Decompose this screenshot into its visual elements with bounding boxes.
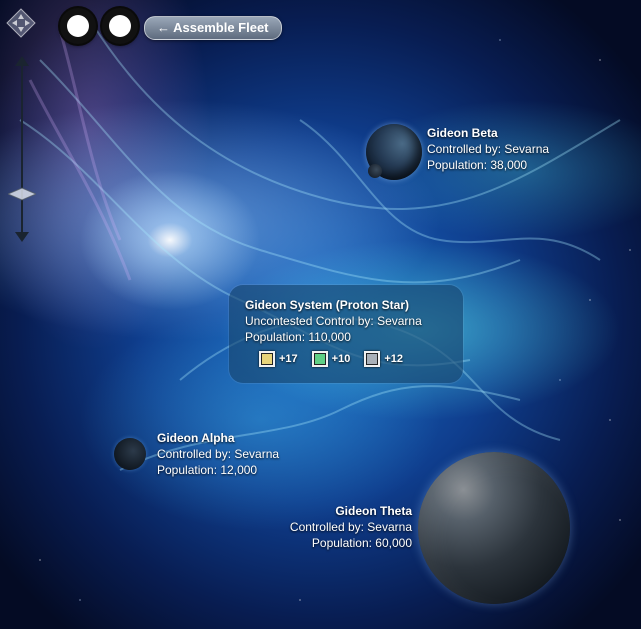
gray-resource-icon <box>364 351 381 367</box>
zoom-handle <box>6 187 38 201</box>
planet-gideon-theta[interactable] <box>418 452 570 604</box>
planet-name: Gideon Theta <box>335 504 412 518</box>
planet-control: Controlled by: Sevarna <box>157 447 280 461</box>
moon <box>368 164 382 178</box>
planet-gideon-alpha[interactable] <box>114 438 146 470</box>
system-population: Population: 110,000 <box>245 330 351 344</box>
planet-population: Population: 12,000 <box>157 463 258 477</box>
system-control: Uncontested Control by: Sevarna <box>245 314 422 328</box>
resource-yellow: +17 <box>259 351 298 367</box>
resource-green: +10 <box>311 351 351 367</box>
zoom-slider[interactable] <box>6 56 38 242</box>
planet-name: Gideon Beta <box>427 126 498 140</box>
planet-control: Controlled by: Sevarna <box>427 142 550 156</box>
planet-population: Population: 38,000 <box>427 158 528 172</box>
system-info-panel[interactable]: Gideon System (Proton Star) Uncontested … <box>229 285 463 383</box>
pan-control-icon[interactable] <box>6 8 36 38</box>
system-name: Gideon System (Proton Star) <box>245 298 410 312</box>
view-toggle-button[interactable] <box>102 8 138 44</box>
planet-control: Controlled by: Sevarna <box>289 520 412 534</box>
planet-name: Gideon Alpha <box>157 431 235 445</box>
resource-list: +17 +10 +12 <box>259 351 403 367</box>
green-resource-icon <box>311 351 328 367</box>
resource-value: +12 <box>384 353 404 365</box>
zoom-out-arrow-icon <box>15 232 29 242</box>
resource-value: +17 <box>279 353 298 365</box>
planet-label-gideon-theta: Gideon Theta Controlled by: Sevarna Popu… <box>286 503 412 551</box>
system-label: Gideon System (Proton Star) Uncontested … <box>245 297 422 345</box>
planet-label-gideon-beta: Gideon Beta Controlled by: Sevarna Popul… <box>427 125 549 173</box>
assemble-fleet-button[interactable]: ← Assemble Fleet <box>144 16 282 40</box>
resource-gray: +12 <box>364 351 403 367</box>
view-toggle-button[interactable] <box>60 8 96 44</box>
planet-population: Population: 60,000 <box>311 536 412 550</box>
resource-value: +10 <box>331 353 351 365</box>
planet-label-gideon-alpha: Gideon Alpha Controlled by: Sevarna Popu… <box>157 430 279 478</box>
yellow-resource-icon <box>259 351 275 367</box>
